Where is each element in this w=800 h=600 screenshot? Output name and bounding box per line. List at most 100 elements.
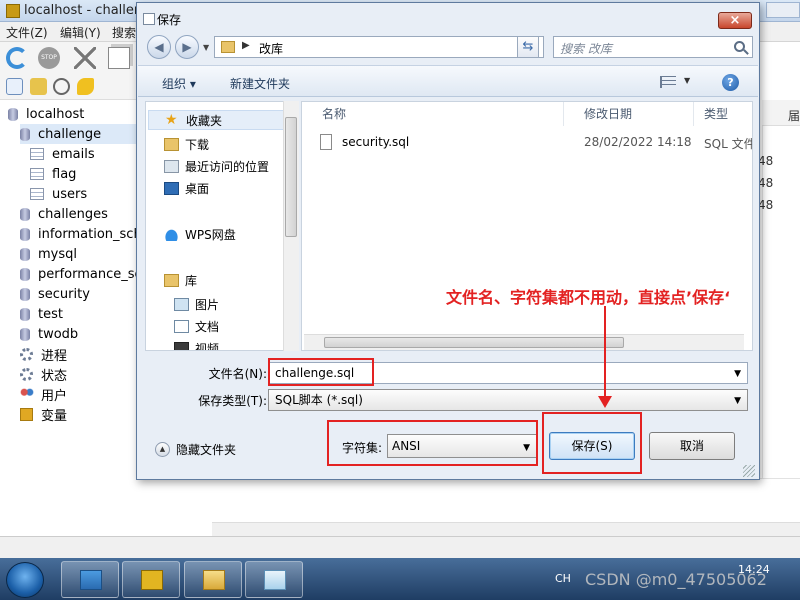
annotation-arrow (604, 306, 606, 398)
dialog-title-icon (143, 13, 155, 25)
background-scrollbar[interactable] (212, 522, 800, 536)
column-header-type[interactable]: 类型 (696, 102, 752, 126)
tree-item-processes[interactable]: 进程 (20, 344, 67, 364)
tree-item-users[interactable]: users (30, 184, 87, 204)
tree-item-information-schema[interactable]: information_sche (20, 224, 150, 244)
documents-icon (174, 319, 189, 333)
query-icon[interactable] (77, 78, 94, 95)
tree-item-mysql[interactable]: mysql (20, 244, 77, 264)
tree-item-test[interactable]: test (20, 304, 63, 324)
tree-item-variables[interactable]: 变量 (20, 404, 67, 424)
objects-icon[interactable] (30, 78, 47, 95)
tree-item-status[interactable]: 状态 (20, 364, 67, 384)
tree-item-users-admin[interactable]: 用户 (20, 384, 67, 404)
tree-item-emails[interactable]: emails (30, 144, 95, 164)
nav-documents[interactable]: 文档 (174, 316, 219, 336)
taskbar-button-network[interactable] (61, 561, 119, 598)
tree-item-flag[interactable]: flag (30, 164, 76, 184)
view-dropdown-icon[interactable]: ▼ (684, 76, 690, 85)
tree-item-security[interactable]: security (20, 284, 90, 304)
nav-label: 最近访问的位置 (185, 159, 270, 174)
tree-item-challenge[interactable]: challenge (20, 124, 140, 144)
language-indicator[interactable]: CH (555, 572, 571, 585)
nav-downloads[interactable]: 下载 (164, 134, 209, 154)
folder-app-icon (203, 570, 225, 590)
tree-item-label: flag (52, 166, 77, 182)
tree-item-label: 状态 (41, 368, 68, 384)
file-list-hscrollbar[interactable] (304, 334, 744, 350)
taskbar-button-notepad[interactable] (245, 561, 303, 598)
navigation-scroll-thumb[interactable] (285, 117, 297, 237)
clock-icon[interactable] (53, 78, 70, 95)
table-icon (30, 148, 44, 160)
tree-item-label: twodb (38, 326, 79, 342)
help-button[interactable]: ? (722, 74, 739, 91)
forward-button[interactable]: ▶ (175, 35, 199, 59)
nav-recent-places[interactable]: 最近访问的位置 (164, 156, 269, 176)
column-header-name[interactable]: 名称 (314, 102, 564, 126)
nav-wps-drive[interactable]: WPS网盘 (164, 224, 236, 244)
taskbar-button-navicat[interactable] (122, 561, 180, 598)
search-icon[interactable] (734, 41, 745, 52)
tree-item-challenges[interactable]: challenges (20, 204, 108, 224)
chevron-down-icon[interactable]: ▼ (734, 364, 741, 384)
menu-search[interactable]: 搜索 (112, 24, 136, 41)
menu-file[interactable]: 文件(Z) (6, 24, 48, 41)
file-name: security.sql (342, 135, 410, 149)
new-folder-button[interactable]: 新建文件夹 (230, 75, 290, 92)
nav-library[interactable]: 库 (164, 270, 197, 290)
back-button[interactable]: ◀ (147, 35, 171, 59)
cut-icon[interactable] (74, 47, 96, 69)
cancel-button[interactable]: 取消 (649, 432, 735, 460)
resize-grip[interactable] (743, 465, 755, 477)
database-icon (20, 227, 30, 241)
address-bar[interactable]: ▶ 改库 ▼ (214, 36, 544, 58)
breadcrumb-current[interactable]: 改库 (259, 40, 283, 57)
tree-view-icon[interactable] (6, 78, 23, 95)
tree-item-label: mysql (38, 246, 77, 262)
filetype-select[interactable]: SQL脚本 (*.sql) ▼ (268, 389, 748, 411)
taskbar-button-explorer[interactable] (184, 561, 242, 598)
hide-folders-label: 隐藏文件夹 (176, 443, 237, 457)
refresh-icon[interactable] (6, 47, 28, 69)
grid-cell: 48 (758, 176, 774, 190)
tree-item-label: test (38, 306, 63, 322)
stop-icon[interactable]: STOP (38, 47, 60, 69)
history-dropdown-icon[interactable]: ▼ (203, 43, 209, 52)
tree-item-twodb[interactable]: twodb (20, 324, 78, 344)
nav-favorites[interactable]: ★ 收藏夹 (148, 110, 286, 130)
nav-videos[interactable]: 视频 (174, 338, 219, 350)
view-options-icon[interactable] (660, 76, 676, 88)
tree-item-label: performance_sch (38, 266, 150, 282)
search-input[interactable]: 搜索 改库 (553, 36, 753, 58)
app-title: localhost - challen (24, 3, 143, 18)
command-bar: 组织 ▾ 新建文件夹 ▼ ? (138, 65, 758, 97)
database-icon (20, 287, 30, 301)
nav-pictures[interactable]: 图片 (174, 294, 219, 314)
column-header-date[interactable]: 修改日期 (576, 102, 694, 126)
tree-item-performance-schema[interactable]: performance_sch (20, 264, 150, 284)
tree-item-localhost[interactable]: localhost (8, 104, 140, 124)
chevron-down-icon[interactable]: ▼ (734, 391, 741, 411)
file-list-scroll-thumb[interactable] (324, 337, 624, 348)
file-row[interactable]: security.sql 28/02/2022 14:18 SQL 文件 (316, 132, 752, 154)
tree-item-label: challenge (38, 126, 102, 142)
close-button[interactable]: × (718, 12, 752, 29)
window-controls[interactable] (766, 2, 800, 18)
star-icon: ★ (165, 111, 178, 128)
tree-item-label: 进程 (41, 348, 68, 364)
breadcrumb-separator-icon[interactable]: ▶ (242, 40, 250, 51)
start-button[interactable] (6, 562, 44, 598)
nav-label: WPS网盘 (185, 227, 236, 242)
refresh-button[interactable]: ⇆ (517, 36, 539, 58)
organize-menu[interactable]: 组织 ▾ (162, 75, 196, 92)
network-app-icon (80, 570, 102, 590)
copy-icon[interactable] (108, 47, 130, 69)
menu-edit[interactable]: 编辑(Y) (60, 24, 101, 41)
nav-desktop[interactable]: 桌面 (164, 178, 209, 198)
nav-label: 桌面 (185, 181, 210, 196)
annotation-box-charset (327, 420, 538, 466)
pictures-icon (174, 297, 189, 311)
refresh-icon: ⇆ (522, 39, 534, 54)
hide-folders-toggle[interactable]: ▲ 隐藏文件夹 (155, 441, 236, 458)
